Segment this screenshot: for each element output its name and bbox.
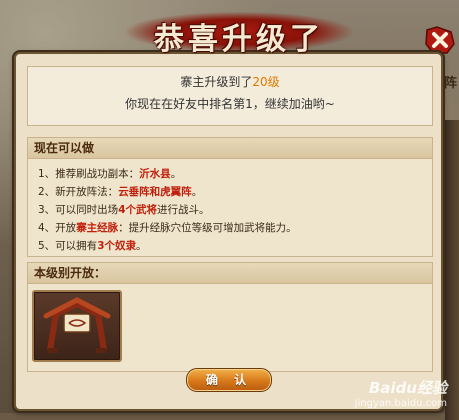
level-message-line1: 寨主升级到了20级 xyxy=(28,73,432,90)
side-panel-frame xyxy=(445,120,459,420)
watermark: Baidu经验 jingyan.baidu.com xyxy=(355,377,447,409)
new-level: 20级 xyxy=(252,75,280,89)
list-item: 5、可以拥有3个奴隶。 xyxy=(38,240,147,252)
rewards-section: 本级别开放： xyxy=(27,262,433,372)
level-prefix: 寨主升级到了 xyxy=(180,75,253,89)
confirm-button[interactable]: 确 认 xyxy=(186,368,272,392)
side-panel-label: 阵 xyxy=(443,76,457,91)
title-banner: 恭喜升级了 xyxy=(126,8,352,57)
dialog-title: 恭喜升级了 xyxy=(154,22,324,57)
reward-item-slot[interactable] xyxy=(32,290,122,362)
watermark-url: jingyan.baidu.com xyxy=(354,398,447,409)
unlocks-section: 现在可以做 1、推荐刷战功副本：沂水县。 2、新开放阵法：云垂阵和虎翼阵。 3、… xyxy=(27,137,433,257)
list-item: 3、可以同时出场4个武将进行战斗。 xyxy=(38,204,210,216)
gate-archway-icon xyxy=(43,297,111,353)
rewards-heading: 本级别开放： xyxy=(28,263,432,284)
list-item: 1、推荐刷战功副本：沂水县。 xyxy=(38,168,182,180)
list-item: 2、新开放阵法：云垂阵和虎翼阵。 xyxy=(38,186,203,198)
list-item: 4、开放寨主经脉：提升经脉穴位等级可增加武将能力。 xyxy=(38,222,297,234)
level-message-box: 寨主升级到了20级 你现在在好友中排名第1，继续加油哟~ xyxy=(27,66,433,126)
rank-message: 你现在在好友中排名第1，继续加油哟~ xyxy=(125,97,335,111)
unlocks-list: 1、推荐刷战功副本：沂水县。 2、新开放阵法：云垂阵和虎翼阵。 3、可以同时出场… xyxy=(28,165,432,255)
unlocks-heading: 现在可以做 xyxy=(28,138,432,159)
watermark-brand: Baidu经验 xyxy=(368,379,447,397)
